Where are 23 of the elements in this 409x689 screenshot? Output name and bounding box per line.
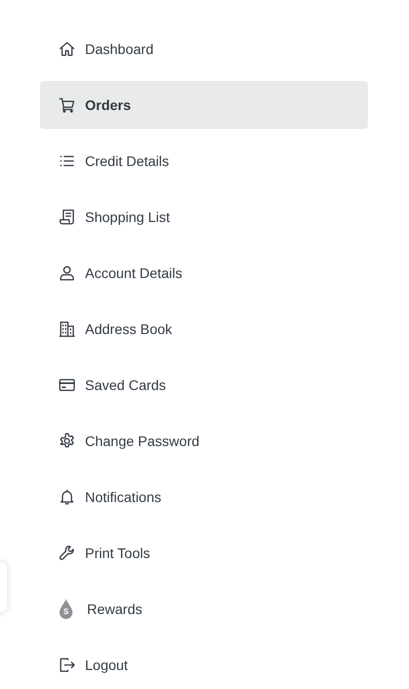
menu-item[interactable]: Account Details [40,249,368,297]
menu-item[interactable]: Shopping List [40,193,368,241]
menu-item[interactable]: Logout [40,641,368,689]
settings-icon [58,432,76,450]
droplet-icon: S [58,598,74,620]
menu-item[interactable]: Dashboard [40,25,368,73]
logout-icon [58,656,76,674]
credit-card-icon [58,376,76,394]
menu-item[interactable]: Print Tools [40,529,368,577]
menu-item[interactable]: Saved Cards [40,361,368,409]
wrench-icon [58,544,76,562]
home-icon [58,40,76,58]
bell-icon [58,488,76,506]
menu-item[interactable]: Orders [40,81,368,129]
menu-item[interactable]: Address Book [40,305,368,353]
menu-item[interactable]: Credit Details [40,137,368,185]
menu-item[interactable]: Change Password [40,417,368,465]
menu-item[interactable]: S Rewards [40,585,368,633]
cart-icon [58,96,76,114]
building-icon [58,320,76,338]
menu-item[interactable]: Notifications [40,473,368,521]
user-icon [58,264,76,282]
receipt-icon [58,208,76,226]
